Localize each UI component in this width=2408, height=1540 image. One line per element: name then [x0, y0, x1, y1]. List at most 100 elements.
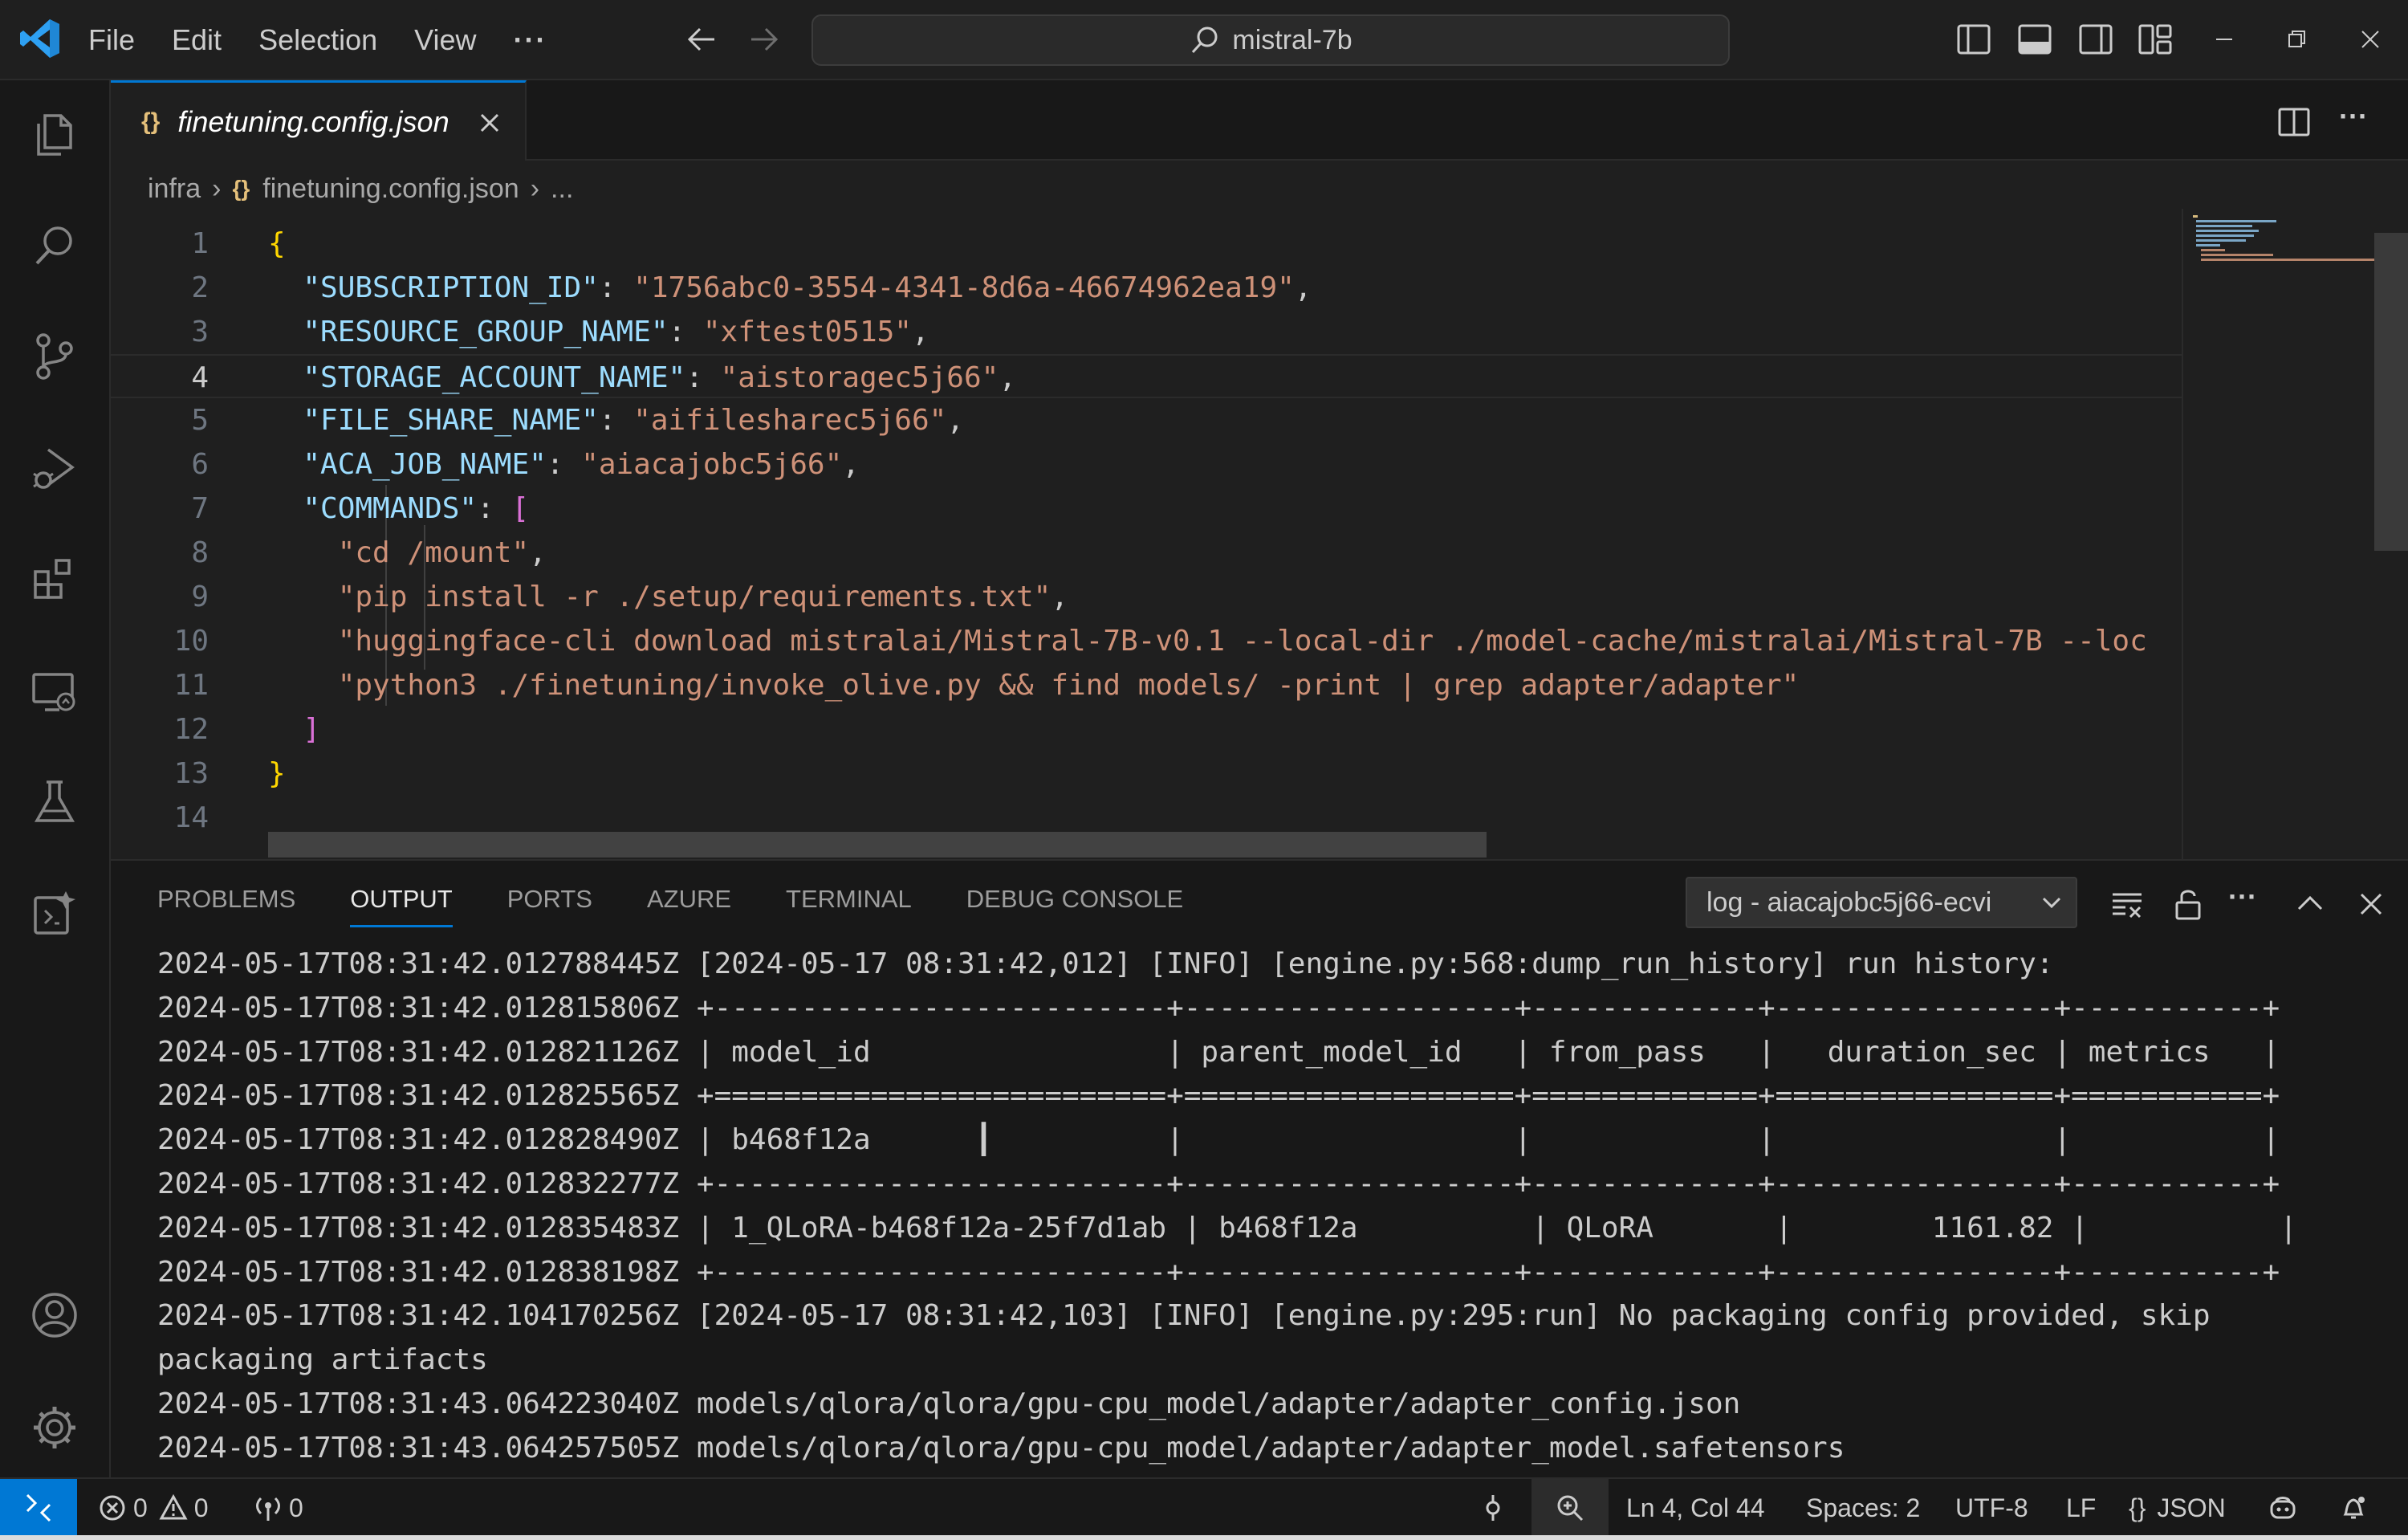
language-mode[interactable]: {} JSON — [2129, 1479, 2226, 1537]
code-token: "aiacajobc5j66" — [581, 448, 843, 481]
close-window-icon[interactable] — [2352, 21, 2389, 58]
source-commit-status[interactable] — [1479, 1479, 1514, 1537]
code-line[interactable]: 7 "COMMANDS": [ — [111, 487, 2182, 531]
code-line[interactable]: 2 "SUBSCRIPTION_ID": "1756abc0-3554-4341… — [111, 266, 2182, 310]
indentation-status[interactable]: Spaces: 2 — [1806, 1479, 1920, 1537]
more-actions-icon[interactable]: ··· — [2339, 100, 2368, 133]
clear-output-icon[interactable] — [2109, 886, 2145, 922]
toggle-primary-sidebar-icon[interactable] — [1955, 21, 1992, 58]
restore-icon[interactable] — [2278, 21, 2315, 58]
remote-indicator[interactable] — [0, 1479, 77, 1537]
code-text: "cd /mount", — [268, 531, 547, 575]
title-bar: File Edit Selection View ··· mistral-7b — [0, 0, 2408, 80]
output-channel-select[interactable]: log - aiacajobc5j66-ecvi — [1686, 877, 2077, 928]
tab-ports[interactable]: PORTS — [507, 885, 592, 927]
menu-edit[interactable]: Edit — [172, 23, 222, 57]
code-token: "SUBSCRIPTION_ID" — [303, 271, 599, 304]
editor-horizontal-scrollbar[interactable] — [268, 832, 1487, 858]
minimize-icon[interactable] — [2206, 21, 2243, 58]
code-token: "1756abc0-3554-4341-8d6a-46674962ea19" — [633, 271, 1295, 304]
problems-status[interactable]: 0 0 — [98, 1479, 209, 1537]
panel-more-icon[interactable]: ··· — [2228, 880, 2257, 914]
run-and-debug-icon[interactable] — [24, 438, 85, 499]
output-line: 2024-05-17T08:31:42.012838198Z +--------… — [157, 1255, 2280, 1289]
code-line[interactable]: 10 "huggingface-cli download mistralai/M… — [111, 619, 2182, 663]
notifications-status[interactable] — [2339, 1479, 2374, 1537]
extensions-icon[interactable] — [24, 549, 85, 610]
zoom-status[interactable] — [1531, 1479, 1609, 1537]
code-token: { — [268, 227, 286, 260]
code-token: "COMMANDS" — [303, 492, 478, 525]
breadcrumb: infra › {} finetuning.config.json › ... — [111, 161, 2408, 217]
line-number: 2 — [191, 271, 209, 304]
code-line[interactable]: 13} — [111, 752, 2182, 796]
output-line: 2024-05-17T08:31:43.064223040Z models/ql… — [157, 1387, 1741, 1420]
output-line: 2024-05-17T08:31:42.104170256Z [2024-05-… — [157, 1299, 2211, 1333]
toggle-panel-icon[interactable] — [2016, 21, 2053, 58]
command-center-search[interactable]: mistral-7b — [811, 14, 1730, 66]
tab-terminal[interactable]: TERMINAL — [786, 885, 912, 927]
search-view-icon[interactable] — [24, 215, 85, 276]
eol-status[interactable]: LF — [2066, 1479, 2096, 1537]
ports-status[interactable]: 0 — [254, 1479, 303, 1537]
cursor-position[interactable]: Ln 4, Col 44 — [1626, 1479, 1765, 1537]
breadcrumb-more[interactable]: ... — [551, 173, 573, 205]
code-line[interactable]: 8 "cd /mount", — [111, 531, 2182, 575]
tab-problems[interactable]: PROBLEMS — [157, 885, 295, 927]
explorer-icon[interactable] — [24, 104, 85, 165]
encoding-status[interactable]: UTF-8 — [1955, 1479, 2028, 1537]
code-line[interactable]: 9 "pip install -r ./setup/requirements.t… — [111, 575, 2182, 619]
more-menu-icon[interactable]: ··· — [514, 23, 547, 57]
customize-layout-icon[interactable] — [2137, 21, 2174, 58]
close-tab-icon[interactable] — [474, 107, 506, 139]
tab-debug-console[interactable]: DEBUG CONSOLE — [966, 885, 1183, 927]
close-panel-icon[interactable] — [2353, 886, 2389, 922]
code-editor[interactable]: 1{2 "SUBSCRIPTION_ID": "1756abc0-3554-43… — [111, 217, 2182, 859]
maximize-panel-icon[interactable] — [2292, 886, 2328, 922]
forward-arrow-icon[interactable] — [743, 19, 783, 59]
code-line[interactable]: 11 "python3 ./finetuning/invoke_olive.py… — [111, 663, 2182, 707]
code-text: "COMMANDS": [ — [268, 487, 529, 531]
copilot-status[interactable] — [2268, 1479, 2304, 1537]
editor-vertical-scrollbar[interactable] — [2374, 233, 2408, 551]
tab-azure[interactable]: AZURE — [647, 885, 731, 927]
code-token: "FILE_SHARE_NAME" — [303, 404, 599, 437]
menu-view[interactable]: View — [414, 23, 476, 57]
menu-selection[interactable]: Selection — [258, 23, 377, 57]
code-line[interactable]: 5 "FILE_SHARE_NAME": "aifilesharec5j66", — [111, 398, 2182, 442]
split-editor-icon[interactable] — [2276, 104, 2312, 140]
output-log[interactable]: 2024-05-17T08:31:42.012788445Z [2024-05-… — [157, 943, 2373, 1473]
settings-gear-icon[interactable] — [24, 1397, 85, 1458]
remote-explorer-icon[interactable] — [24, 662, 85, 723]
code-token: : — [477, 492, 512, 525]
code-line[interactable]: 4 "STORAGE_ACCOUNT_NAME": "aistoragec5j6… — [111, 354, 2182, 398]
code-line[interactable]: 3 "RESOURCE_GROUP_NAME": "xftest0515", — [111, 310, 2182, 354]
code-token: "xftest0515" — [702, 316, 912, 348]
ai-toolkit-icon[interactable] — [24, 883, 85, 944]
breadcrumb-folder[interactable]: infra — [148, 173, 201, 205]
code-line[interactable]: 1{ — [111, 222, 2182, 266]
code-text: "pip install -r ./setup/requirements.txt… — [268, 575, 1068, 619]
line-number: 6 — [191, 448, 209, 481]
accounts-icon[interactable] — [24, 1285, 85, 1346]
code-token: , — [1051, 581, 1069, 613]
tab-output[interactable]: OUTPUT — [350, 885, 453, 927]
toggle-secondary-sidebar-icon[interactable] — [2077, 21, 2114, 58]
code-line[interactable]: 6 "ACA_JOB_NAME": "aiacajobc5j66", — [111, 442, 2182, 487]
tab-finetuning-config[interactable]: {} finetuning.config.json — [111, 80, 527, 161]
code-text: "FILE_SHARE_NAME": "aifilesharec5j66", — [268, 398, 964, 442]
menu-file[interactable]: File — [88, 23, 135, 57]
testing-icon[interactable] — [24, 772, 85, 833]
code-text: { — [268, 222, 286, 266]
remote-icon — [26, 1493, 51, 1522]
lock-scroll-icon[interactable] — [2170, 886, 2206, 922]
breadcrumb-file[interactable]: finetuning.config.json — [262, 173, 519, 205]
code-line[interactable]: 12 ] — [111, 707, 2182, 752]
editor-tab-bar: {} finetuning.config.json ··· — [111, 80, 2408, 161]
output-line: 2024-05-17T08:31:42.012788445Z [2024-05-… — [157, 947, 2054, 980]
source-control-icon[interactable] — [24, 326, 85, 387]
back-arrow-icon[interactable] — [682, 19, 722, 59]
